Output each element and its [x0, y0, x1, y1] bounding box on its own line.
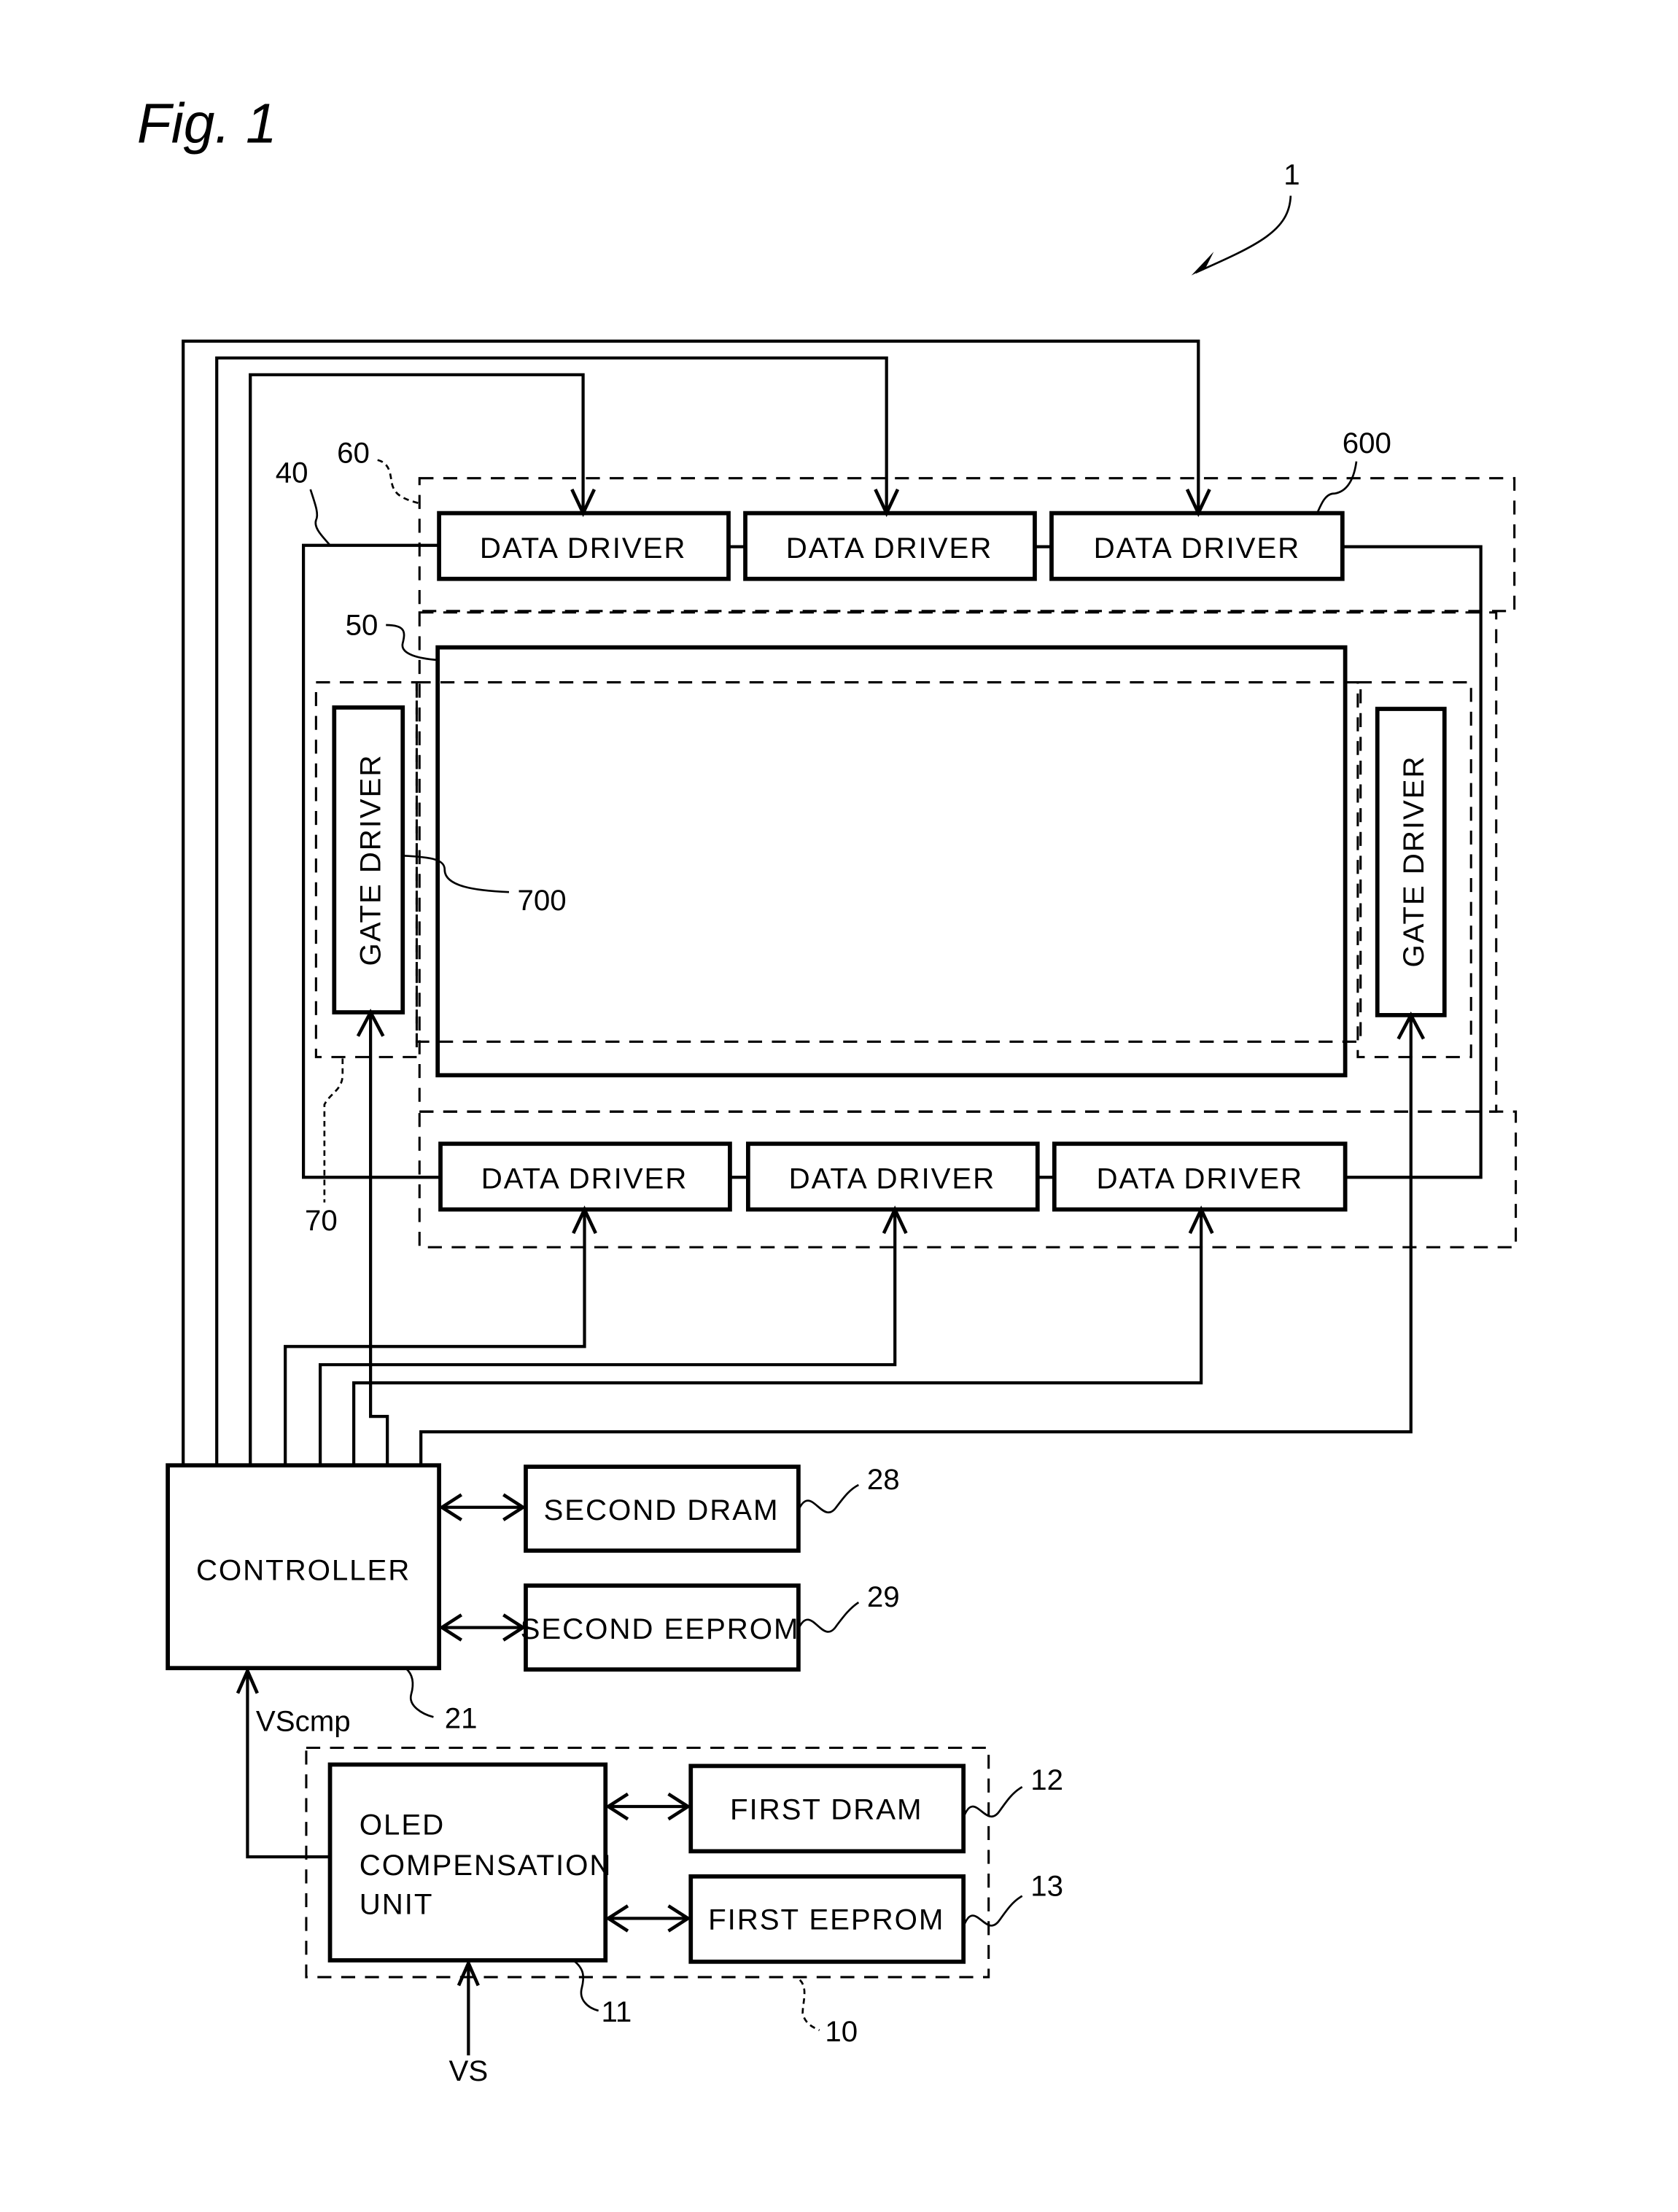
ref-10: 10 [825, 2015, 858, 2048]
ref-1-leader [1195, 195, 1292, 274]
first-dram-block: FIRST DRAM [688, 1763, 966, 1854]
ref-11: 11 [602, 1995, 632, 2028]
ref-700: 700 [517, 884, 566, 917]
gate-driver-left: GATE DRIVER [332, 705, 405, 1014]
ref-12-leader [962, 1786, 1023, 1818]
ref-60-leader [377, 459, 420, 505]
second-dram-block: SECOND DRAM [524, 1464, 801, 1553]
controller-block: CONTROLLER [166, 1463, 441, 1671]
oled-comp-line-3: UNIT [360, 1888, 434, 1921]
signal-vs-label: VS [449, 2054, 489, 2087]
block-diagram: Fig. 1 1 DATA DRIVER DATA DRIVER DATA DR… [137, 93, 1518, 2087]
ref-600: 600 [1343, 427, 1391, 459]
ref-11-leader [572, 1959, 599, 2012]
ref-600-leader [1316, 461, 1358, 514]
oled-comp-line-1: OLED [360, 1808, 445, 1841]
bottom-data-driver-2-label: DATA DRIVER [789, 1163, 996, 1195]
ref-13-leader [962, 1895, 1023, 1928]
top-data-driver-1: DATA DRIVER [437, 511, 731, 581]
ref-10-leader [799, 1979, 820, 2031]
second-dram-label: SECOND DRAM [543, 1494, 779, 1526]
ref-40: 40 [276, 456, 308, 489]
second-eeprom-block: SECOND EEPROM [521, 1583, 801, 1672]
wire-vscmp [246, 1671, 330, 1859]
bottom-data-driver-1: DATA DRIVER [438, 1141, 732, 1212]
ref-1: 1 [1283, 158, 1300, 191]
first-eeprom-block: FIRST EEPROM [688, 1874, 966, 1964]
ref-28-leader [797, 1483, 859, 1514]
bottom-data-driver-3-label: DATA DRIVER [1096, 1163, 1303, 1195]
ref-21: 21 [445, 1702, 478, 1735]
bottom-data-driver-1-label: DATA DRIVER [481, 1163, 688, 1195]
oled-comp-line-2: COMPENSATION [360, 1849, 613, 1882]
ref-60: 60 [337, 437, 370, 470]
top-data-driver-3: DATA DRIVER [1049, 511, 1345, 581]
ref-12: 12 [1030, 1763, 1063, 1796]
ref-29-leader [797, 1601, 860, 1633]
bottom-data-driver-3: DATA DRIVER [1052, 1141, 1348, 1212]
gate-driver-right-label: GATE DRIVER [1397, 756, 1430, 968]
ref-50: 50 [346, 608, 378, 641]
gate-inner-outline [415, 681, 1362, 1043]
gate-driver-right: GATE DRIVER [1375, 707, 1447, 1017]
wire-ctrl-gate-right [419, 1014, 1413, 1466]
controller-label: CONTROLLER [196, 1553, 411, 1586]
top-data-driver-3-label: DATA DRIVER [1094, 532, 1301, 564]
display-panel [435, 645, 1348, 1078]
top-data-driver-2: DATA DRIVER [743, 511, 1037, 581]
second-eeprom-label: SECOND EEPROM [521, 1613, 800, 1645]
first-eeprom-label: FIRST EEPROM [708, 1904, 944, 1936]
ref-1-arrowhead-icon [1191, 252, 1214, 276]
figure-title: Fig. 1 [137, 93, 277, 155]
top-data-driver-1-label: DATA DRIVER [480, 532, 687, 564]
first-dram-label: FIRST DRAM [730, 1793, 922, 1825]
ref-70: 70 [305, 1204, 338, 1237]
signal-vscmp-label: VScmp [256, 1704, 351, 1737]
gate-driver-left-label: GATE DRIVER [354, 754, 387, 966]
ref-13: 13 [1030, 1870, 1063, 1903]
ref-50-leader [386, 624, 438, 661]
ref-40-leader [309, 489, 331, 546]
ref-28: 28 [867, 1463, 900, 1496]
oled-compensation-unit: OLED COMPENSATION UNIT [327, 1762, 613, 1963]
panel-region-outline [418, 611, 1498, 1113]
ref-21-leader [405, 1667, 434, 1718]
top-data-driver-2-label: DATA DRIVER [786, 532, 993, 564]
bottom-data-driver-2: DATA DRIVER [745, 1141, 1040, 1212]
wire-ctrl-gate-left [369, 1012, 389, 1466]
ref-29: 29 [867, 1580, 900, 1613]
ref-70-leader [323, 1058, 344, 1203]
